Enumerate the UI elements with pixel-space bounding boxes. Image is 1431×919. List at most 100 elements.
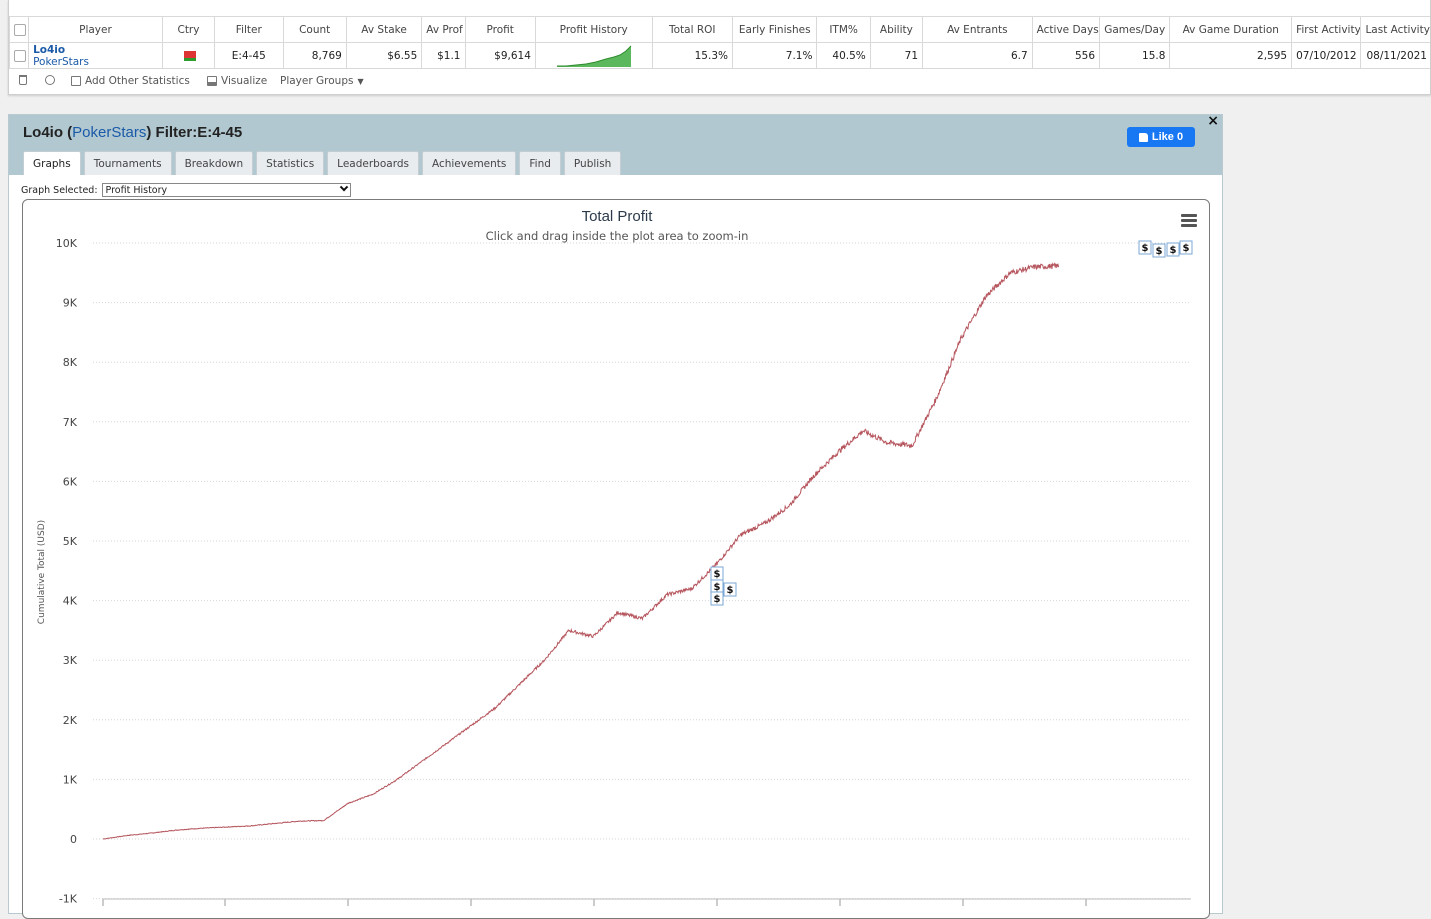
- y-tick-label: 4K: [63, 595, 78, 608]
- stats-header-row: Player Ctry Filter Count Av Stake Av Pro…: [10, 17, 1431, 43]
- visualize-button[interactable]: Visualize: [207, 75, 267, 87]
- table-row: Lo4io PokerStars E:4-45 8,769 $6.55 $1.1…: [10, 43, 1431, 69]
- early-finishes-cell: 7.1%: [732, 43, 816, 69]
- col-header[interactable]: Total ROI: [652, 17, 732, 43]
- y-tick-label: 6K: [63, 475, 78, 488]
- tab-find[interactable]: Find: [519, 151, 561, 175]
- svg-text:$: $: [727, 585, 734, 596]
- games-per-day-cell: 15.8: [1100, 43, 1170, 69]
- col-header[interactable]: Av Stake: [346, 17, 421, 43]
- col-header[interactable]: Games/Day: [1100, 17, 1170, 43]
- close-icon[interactable]: ×: [1207, 113, 1219, 129]
- col-header[interactable]: Av Prof: [422, 17, 465, 43]
- player-panel: Lo4io (PokerStars) Filter:E:4-45 × Like …: [8, 114, 1223, 914]
- dollar-marker-icon[interactable]: $: [711, 580, 723, 593]
- panel-tabs: Graphs Tournaments Breakdown Statistics …: [23, 151, 621, 175]
- y-tick-label: 5K: [63, 535, 78, 548]
- col-header[interactable]: Profit History: [535, 17, 652, 43]
- svg-text:$: $: [1156, 246, 1163, 257]
- chart-frame[interactable]: Total Profit Click and drag inside the p…: [22, 199, 1210, 919]
- panel-player-name: Lo4io: [23, 124, 63, 141]
- table-toolbar: Add Other Statistics Visualize Player Gr…: [9, 74, 1430, 90]
- av-entrants-cell: 6.7: [923, 43, 1033, 69]
- player-site-link[interactable]: PokerStars: [33, 56, 158, 68]
- col-header[interactable]: First Activity: [1292, 17, 1361, 43]
- col-header[interactable]: Early Finishes: [732, 17, 816, 43]
- svg-text:$: $: [714, 569, 721, 580]
- grid-layer: -1K01K2K3K4K5K6K7K8K9K10K: [56, 237, 1191, 906]
- count-cell: 8,769: [283, 43, 346, 69]
- col-header[interactable]: Last Activity: [1361, 17, 1431, 43]
- col-header[interactable]: Av Entrants: [923, 17, 1033, 43]
- y-tick-label: 1K: [63, 773, 78, 786]
- col-header[interactable]: ITM%: [817, 17, 870, 43]
- y-tick-label: -1K: [59, 893, 78, 906]
- player-groups-label: Player Groups: [280, 75, 353, 87]
- dollar-marker-icon[interactable]: $: [1139, 241, 1151, 254]
- col-header[interactable]: Count: [283, 17, 346, 43]
- row-checkbox[interactable]: [10, 43, 29, 69]
- graph-select-dropdown[interactable]: Profit History: [102, 183, 351, 197]
- dollar-marker-icon[interactable]: $: [1167, 243, 1179, 256]
- tab-tournaments[interactable]: Tournaments: [84, 151, 172, 175]
- dollar-marker-icon[interactable]: $: [1153, 244, 1165, 257]
- filter-cell: E:4-45: [215, 43, 283, 69]
- sparkline-icon: [556, 45, 632, 67]
- y-tick-label: 2K: [63, 714, 78, 727]
- chart-subtitle: Click and drag inside the plot area to z…: [486, 229, 749, 243]
- chevron-down-icon: [339, 183, 347, 191]
- country-flag-icon: [162, 43, 214, 69]
- col-header[interactable]: Av Game Duration: [1170, 17, 1292, 43]
- tab-achievements[interactable]: Achievements: [422, 151, 516, 175]
- profit-line: [103, 264, 1059, 839]
- col-header[interactable]: Filter: [215, 17, 283, 43]
- player-cell: Lo4io PokerStars: [29, 43, 163, 69]
- graph-select-value: Profit History: [106, 185, 168, 196]
- panel-filter-label: Filter:E:4-45: [156, 124, 243, 141]
- first-activity-cell: 07/10/2012: [1292, 43, 1361, 69]
- tab-leaderboards[interactable]: Leaderboards: [327, 151, 419, 175]
- chart-title: Total Profit: [582, 208, 654, 225]
- y-tick-label: 10K: [56, 237, 78, 250]
- av-game-duration-cell: 2,595: [1170, 43, 1292, 69]
- ability-cell: 71: [870, 43, 922, 69]
- y-tick-label: 7K: [63, 416, 78, 429]
- facebook-like-button[interactable]: Like 0: [1127, 127, 1195, 147]
- select-all-checkbox[interactable]: [10, 17, 29, 43]
- col-header[interactable]: Ctry: [162, 17, 214, 43]
- profit-cell: $9,614: [465, 43, 535, 69]
- y-axis-label: Cumulative Total (USD): [37, 520, 47, 624]
- dollar-marker-icon[interactable]: $: [711, 592, 723, 605]
- av-prof-cell: $1.1: [422, 43, 465, 69]
- player-name-link[interactable]: Lo4io: [33, 44, 158, 56]
- chart-icon: [207, 76, 217, 86]
- add-statistics-button[interactable]: Add Other Statistics: [71, 75, 190, 87]
- y-tick-label: 0: [70, 833, 77, 846]
- dollar-marker-icon[interactable]: $: [711, 567, 723, 580]
- tab-statistics[interactable]: Statistics: [256, 151, 324, 175]
- panel-site-link[interactable]: PokerStars: [72, 124, 146, 141]
- refresh-icon[interactable]: [45, 75, 55, 85]
- visualize-label: Visualize: [221, 75, 267, 87]
- active-days-cell: 556: [1032, 43, 1099, 69]
- trash-icon[interactable]: [19, 75, 27, 85]
- svg-text:$: $: [714, 594, 721, 605]
- col-header[interactable]: Profit: [465, 17, 535, 43]
- av-stake-cell: $6.55: [346, 43, 421, 69]
- tab-breakdown[interactable]: Breakdown: [175, 151, 254, 175]
- player-groups-dropdown[interactable]: Player Groups ▼: [280, 75, 364, 87]
- tab-publish[interactable]: Publish: [564, 151, 621, 175]
- add-icon: [71, 76, 81, 86]
- panel-title: Lo4io (PokerStars) Filter:E:4-45: [23, 124, 242, 141]
- col-header[interactable]: Player: [29, 17, 163, 43]
- dollar-marker-icon[interactable]: $: [1180, 241, 1192, 254]
- tab-graphs[interactable]: Graphs: [23, 151, 81, 175]
- total-roi-cell: 15.3%: [652, 43, 732, 69]
- svg-text:$: $: [1183, 243, 1190, 254]
- col-header[interactable]: Active Days: [1032, 17, 1099, 43]
- marker-layer: $$$$$$$$: [711, 241, 1192, 605]
- dollar-marker-icon[interactable]: $: [724, 583, 736, 596]
- profit-chart[interactable]: Total Profit Click and drag inside the p…: [23, 200, 1209, 918]
- col-header[interactable]: Ability: [870, 17, 922, 43]
- y-tick-label: 8K: [63, 356, 78, 369]
